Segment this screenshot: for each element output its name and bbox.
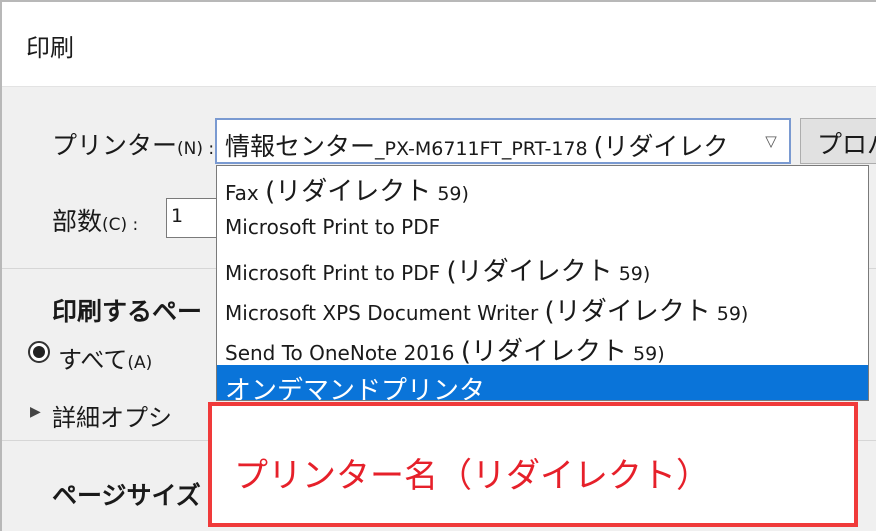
printer-option[interactable]: Send To OneNote 2016 (リダイレクト 59) — [217, 326, 868, 367]
all-pages-label[interactable]: すべて(A) — [58, 340, 152, 375]
printer-select-value: 情報センター_PX-M6711FT_PRT-178 (リダイレク — [225, 127, 755, 163]
printer-selected-main: 情報センター — [225, 132, 376, 161]
pages-heading: 印刷するペー — [52, 297, 203, 326]
chevron-down-icon[interactable]: ▽ — [759, 130, 783, 152]
printer-option-number: 59) — [710, 303, 749, 325]
printer-selected-sub: _PX-M6711FT_PRT-178 — [375, 138, 594, 160]
copies-label-accel: (C) : — [102, 215, 139, 235]
printer-selected-tail: (リダイレク — [593, 132, 729, 161]
copies-label: 部数(C) : — [52, 202, 138, 238]
printer-label-accel: (N) : — [177, 139, 215, 159]
printer-option-number: 59) — [431, 183, 469, 205]
copies-input[interactable]: 1 — [166, 198, 218, 238]
printer-dropdown-list[interactable]: Fax (リダイレクト 59) Microsoft Print to PDF M… — [216, 165, 869, 401]
printer-option-suffix: オンデマンドプリンタ — [225, 376, 486, 401]
dialog-title: 印刷 — [26, 34, 74, 62]
printer-option-name: Microsoft Print to PDF — [225, 261, 447, 285]
advanced-options-link[interactable]: 詳細オプシ — [52, 398, 172, 433]
printer-option-suffix: (リダイレクト — [544, 297, 711, 327]
printer-option[interactable]: Fax (リダイレクト 59) — [217, 166, 868, 207]
printer-option[interactable]: Microsoft Print to PDF — [217, 206, 868, 244]
all-pages-text: すべて — [58, 346, 128, 374]
copies-label-text: 部数 — [52, 207, 103, 236]
printer-option-name: Fax — [225, 181, 266, 205]
properties-button[interactable]: プロパ — [800, 118, 876, 164]
printer-option-suffix: (リダイレクト — [446, 257, 613, 287]
printer-option[interactable]: Microsoft Print to PDF (リダイレクト 59) — [217, 246, 868, 287]
printer-option-suffix: (リダイレクト — [265, 177, 432, 207]
radio-all-pages[interactable] — [28, 341, 50, 363]
printer-option-name: Microsoft Print to PDF — [225, 215, 441, 239]
all-pages-accel: (A) — [127, 353, 153, 373]
printer-label-text: プリンター — [52, 131, 178, 160]
page-size-heading: ページサイズ — [52, 481, 201, 510]
title-bar: 印刷 — [2, 2, 876, 87]
annotation-callout: プリンター名（リダイレクト） — [208, 402, 858, 527]
printer-option[interactable]: Microsoft XPS Document Writer (リダイレクト 59… — [217, 286, 868, 327]
printer-option-name: Microsoft XPS Document Writer — [225, 301, 545, 325]
printer-option-number: 59) — [626, 343, 665, 365]
printer-option-name: Send To OneNote 2016 — [225, 341, 461, 365]
printer-select[interactable]: 情報センター_PX-M6711FT_PRT-178 (リダイレク ▽ — [215, 118, 791, 164]
printer-option-suffix: (リダイレクト — [460, 337, 627, 367]
printer-option-number: 59) — [612, 263, 651, 285]
annotation-text: プリンター名（リダイレクト） — [234, 456, 710, 496]
expand-triangle-icon[interactable]: ▶ — [30, 404, 41, 420]
printer-label: プリンター(N) : — [52, 126, 214, 162]
printer-option-selected[interactable]: オンデマンドプリンタ — [217, 365, 868, 401]
